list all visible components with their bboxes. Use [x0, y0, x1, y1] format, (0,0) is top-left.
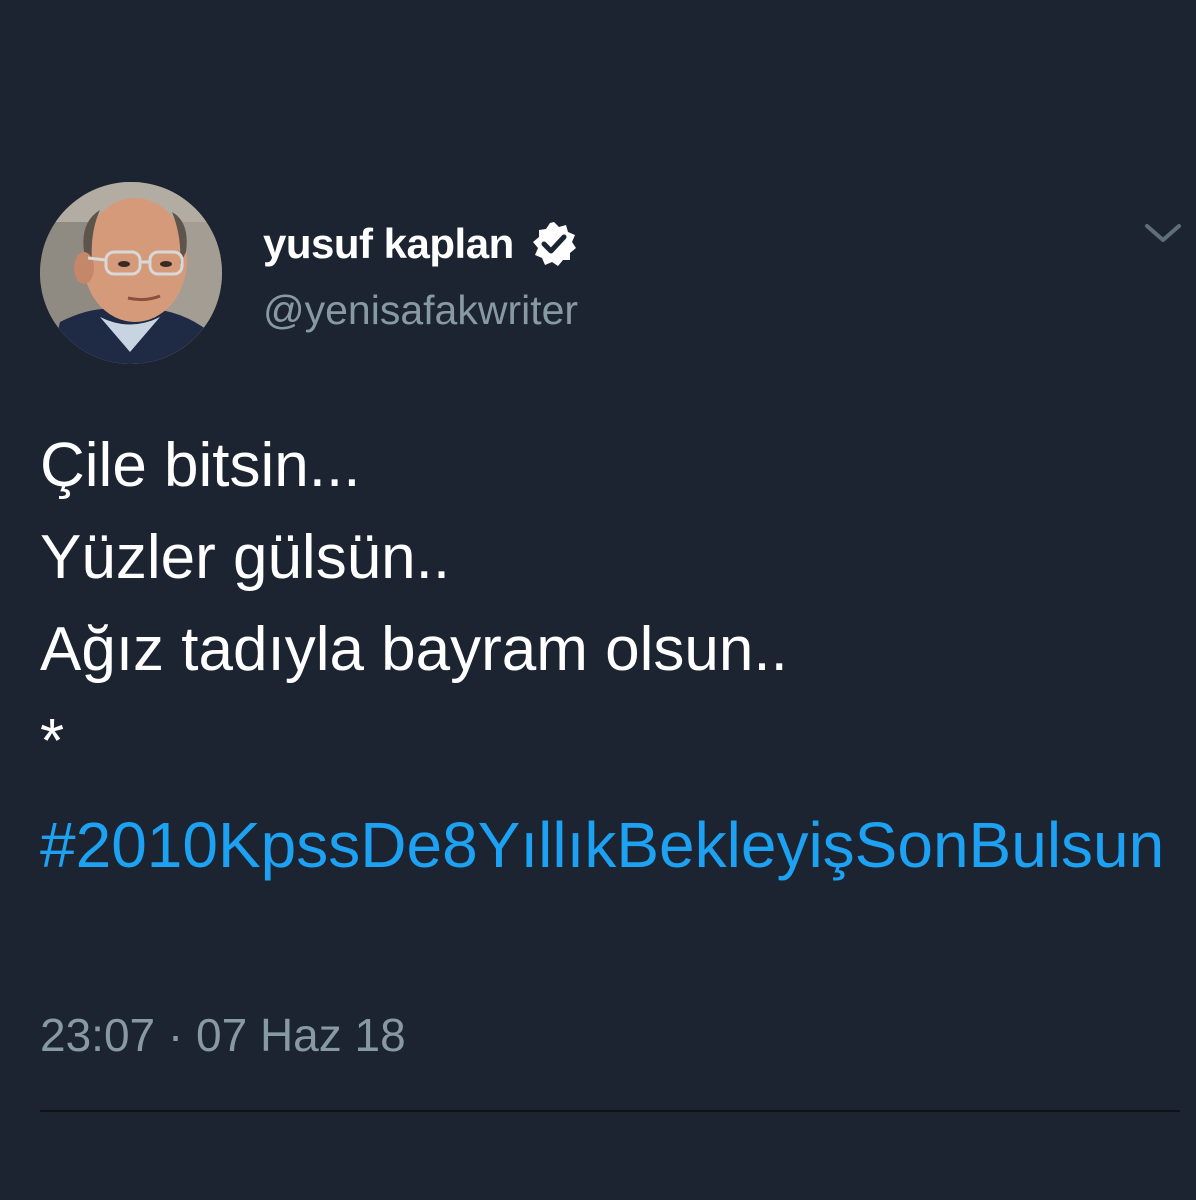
verified-badge-icon — [530, 220, 578, 268]
chevron-down-icon[interactable] — [1142, 218, 1184, 248]
tweet-time: 23:07 — [40, 1009, 156, 1061]
divider — [40, 1110, 1180, 1112]
author-name-row[interactable]: yusuf kaplan — [263, 216, 578, 272]
tweet-card: yusuf kaplan @yenisafakwriter Çile bitsi… — [0, 0, 1196, 1200]
tweet-timestamp[interactable]: 23:07 · 07 Haz 18 — [40, 1008, 406, 1062]
display-name[interactable]: yusuf kaplan — [263, 220, 514, 268]
tweet-line: * — [40, 707, 65, 776]
tweet-line: Çile bitsin... — [40, 431, 361, 500]
avatar-photo — [40, 182, 222, 364]
tweet-line: Ağız tadıyla bayram olsun.. — [40, 615, 788, 684]
tweet-line: Yüzler gülsün.. — [40, 523, 451, 592]
tweet-text: Çile bitsin... Yüzler gülsün.. Ağız tadı… — [40, 420, 1180, 788]
hashtag-link[interactable]: #2010KpssDe8YıllıkBekleyişSonBulsun — [40, 798, 1170, 892]
avatar[interactable] — [40, 182, 222, 364]
timestamp-separator: · — [167, 1009, 184, 1061]
author-handle[interactable]: @yenisafakwriter — [263, 287, 578, 334]
tweet-date: 07 Haz 18 — [196, 1009, 406, 1061]
